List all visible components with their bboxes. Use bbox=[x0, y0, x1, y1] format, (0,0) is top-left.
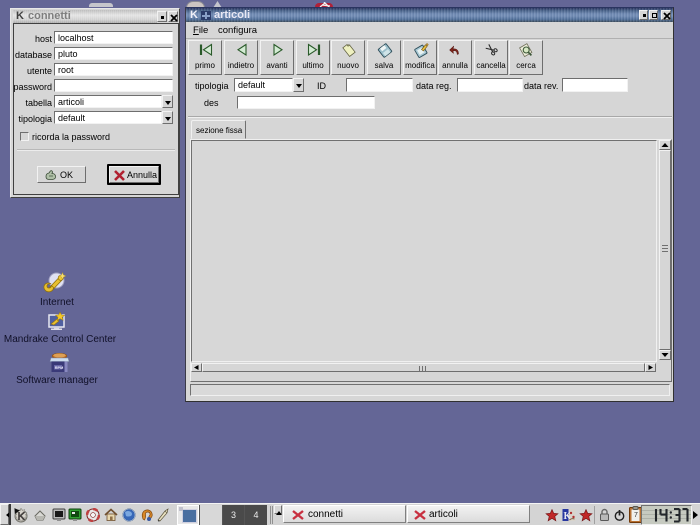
svg-text:7: 7 bbox=[634, 512, 638, 519]
svg-text:RPM: RPM bbox=[55, 366, 63, 370]
